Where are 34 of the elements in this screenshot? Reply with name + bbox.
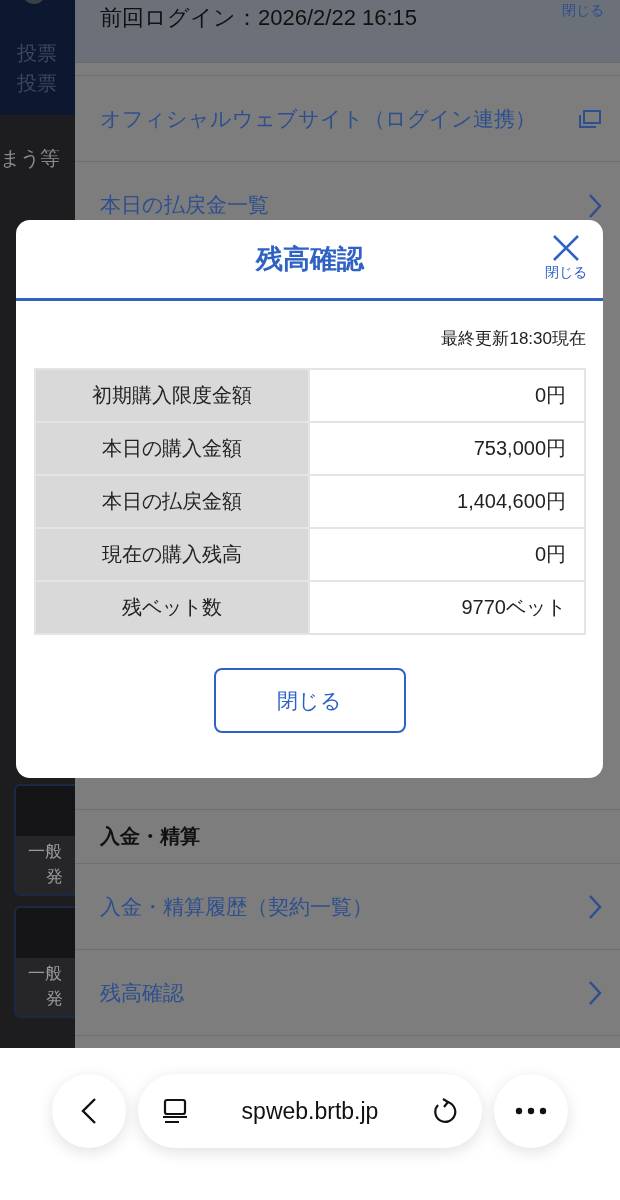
table-cell: 0円 bbox=[309, 369, 585, 422]
address-bar[interactable]: spweb.brtb.jp bbox=[138, 1074, 482, 1148]
close-button[interactable]: 閉じる bbox=[545, 234, 587, 282]
card-text: 発 bbox=[46, 866, 64, 888]
table-header-cell: 本日の購入金額 bbox=[35, 422, 309, 475]
close-icon bbox=[552, 234, 580, 262]
table-cell: 9770ベット bbox=[309, 581, 585, 634]
table-header-cell: 現在の購入残高 bbox=[35, 528, 309, 581]
race-card[interactable]: 一般 発 bbox=[14, 784, 75, 896]
url-text: spweb.brtb.jp bbox=[241, 1097, 379, 1125]
section-heading: 入金・精算 bbox=[75, 810, 620, 864]
table-cell: 1,404,600円 bbox=[309, 475, 585, 528]
reader-icon bbox=[162, 1098, 188, 1124]
back-icon bbox=[81, 1097, 97, 1125]
table-header-cell: 初期購入限度金額 bbox=[35, 369, 309, 422]
card-text: 一般 bbox=[28, 963, 63, 985]
table-header-cell: 本日の払戻金額 bbox=[35, 475, 309, 528]
last-login-text: 前回ログイン：2026/2/22 16:15 bbox=[100, 4, 418, 32]
updated-text: 最終更新18:30現在 bbox=[441, 329, 586, 348]
chevron-right-icon bbox=[588, 193, 602, 219]
notice-text: まう等 bbox=[0, 146, 61, 171]
modal-title: 残高確認 bbox=[255, 243, 364, 276]
card-text: 一般 bbox=[28, 841, 63, 863]
table-cell: 753,000円 bbox=[309, 422, 585, 475]
reload-icon[interactable] bbox=[432, 1098, 458, 1124]
table-header-cell: 残ベット数 bbox=[35, 581, 309, 634]
external-window-icon bbox=[578, 108, 602, 129]
more-icon bbox=[515, 1107, 547, 1115]
card-text: 発 bbox=[46, 988, 64, 1010]
chevron-right-icon bbox=[588, 979, 602, 1006]
race-card[interactable]: 一般 発 bbox=[14, 906, 75, 1018]
close-button[interactable]: 閉じる bbox=[213, 668, 406, 733]
chevron-right-icon bbox=[588, 893, 602, 920]
table-cell: 0円 bbox=[309, 528, 585, 581]
